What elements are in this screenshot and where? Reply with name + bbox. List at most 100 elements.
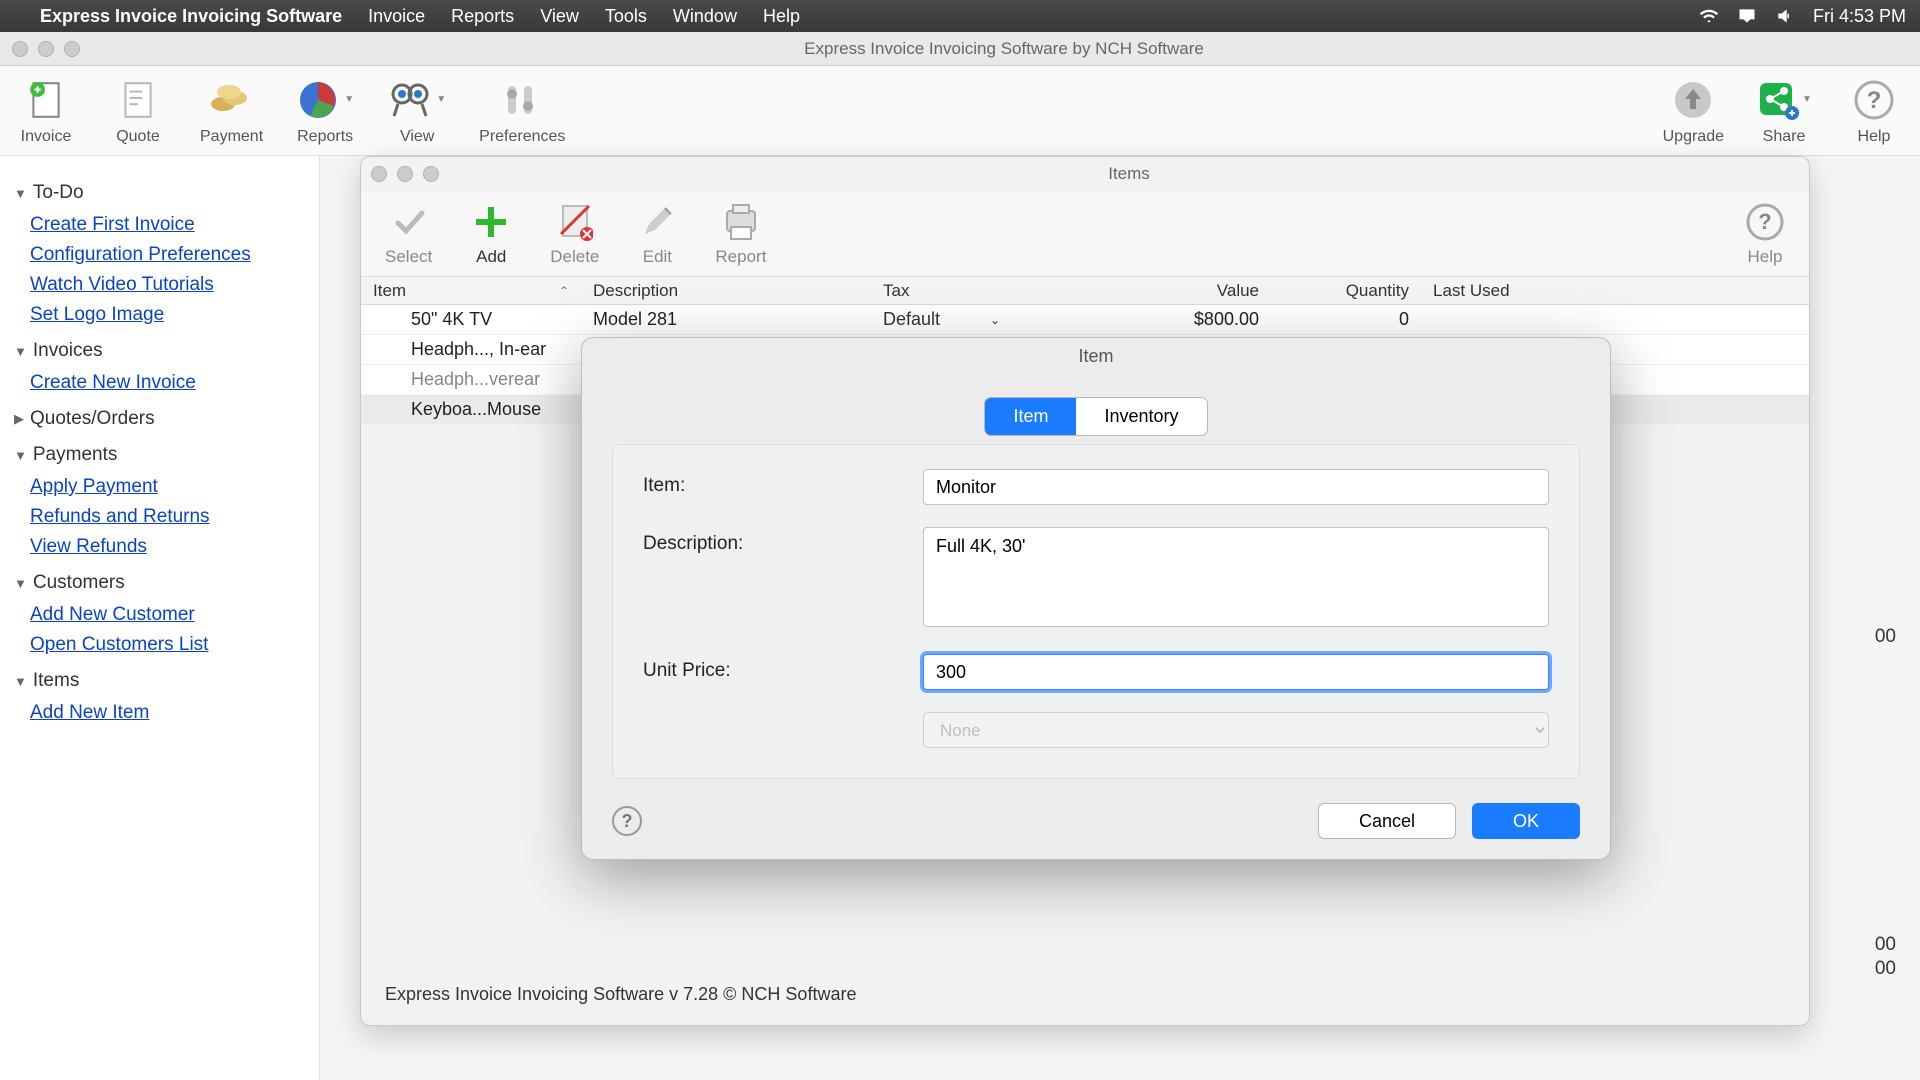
clock[interactable]: Fri 4:53 PM	[1813, 6, 1906, 27]
background-value-1: 00	[1875, 626, 1896, 648]
tax-select[interactable]: None	[923, 712, 1549, 748]
items-toolbar-report-label: Report	[715, 247, 766, 267]
col-description[interactable]: Description	[581, 281, 871, 301]
menu-reports[interactable]: Reports	[451, 6, 514, 27]
table-header: Item⌃ Description Tax Value Quantity Las…	[361, 277, 1809, 305]
toolbar-view-label: View	[400, 128, 434, 146]
window-close[interactable]	[12, 41, 28, 57]
toolbar-upgrade-label: Upgrade	[1663, 128, 1724, 146]
sidebar-link-apply-payment[interactable]: Apply Payment	[30, 476, 305, 498]
col-item[interactable]: Item⌃	[361, 281, 581, 301]
sidebar-section-payments[interactable]: ▼Payments	[14, 444, 305, 466]
items-toolbar: Select Add Delete Edit Report	[361, 191, 1809, 277]
col-tax[interactable]: Tax	[871, 281, 1071, 301]
sidebar-section-quotes[interactable]: ▶Quotes/Orders	[14, 408, 305, 430]
toolbar-payment[interactable]: Payment	[200, 76, 263, 146]
description-label: Description:	[643, 527, 923, 555]
toolbar-upgrade[interactable]: Upgrade	[1663, 76, 1724, 146]
toolbar-help[interactable]: ? Help	[1844, 76, 1904, 146]
sidebar-link-config-prefs[interactable]: Configuration Preferences	[30, 244, 305, 266]
items-window: Items Select Add Delete Edit	[360, 156, 1810, 1026]
menu-invoice[interactable]: Invoice	[368, 6, 425, 27]
unit-price-input[interactable]	[923, 654, 1549, 690]
sidebar-link-view-refunds[interactable]: View Refunds	[30, 536, 305, 558]
dialog-help-button[interactable]: ?	[612, 806, 642, 836]
toolbar-preferences[interactable]: Preferences	[479, 76, 565, 146]
sidebar-link-open-customers-list[interactable]: Open Customers List	[30, 634, 305, 656]
item-name-label: Item:	[643, 469, 923, 497]
svg-text:?: ?	[1758, 209, 1771, 234]
items-toolbar-edit[interactable]: Edit	[639, 201, 675, 267]
background-value-3: 00	[1875, 958, 1896, 980]
wifi-icon[interactable]	[1699, 6, 1719, 26]
col-last-used[interactable]: Last Used	[1421, 281, 1601, 301]
tab-inventory[interactable]: Inventory	[1076, 398, 1206, 435]
window-minimize[interactable]	[38, 41, 54, 57]
description-input[interactable]	[923, 527, 1549, 627]
sidebar-section-invoices[interactable]: ▼Invoices	[14, 340, 305, 362]
item-dialog-title: Item	[582, 338, 1610, 379]
items-toolbar-help[interactable]: ? Help	[1745, 201, 1785, 267]
sidebar-link-set-logo[interactable]: Set Logo Image	[30, 304, 305, 326]
content-area: 00 00 00 Items Select Add	[320, 156, 1920, 1080]
item-name-input[interactable]	[923, 469, 1549, 505]
sidebar-section-items[interactable]: ▼Items	[14, 670, 305, 692]
sidebar-section-customers[interactable]: ▼Customers	[14, 572, 305, 594]
sidebar-section-items-label: Items	[33, 670, 79, 692]
unit-price-label: Unit Price:	[643, 654, 923, 682]
items-toolbar-report[interactable]: Report	[715, 201, 766, 267]
item-form: Item: Description: Unit Price:	[612, 444, 1580, 779]
cancel-button[interactable]: Cancel	[1318, 803, 1456, 839]
sidebar: ▼To-Do Create First Invoice Configuratio…	[0, 156, 320, 1080]
toolbar-help-label: Help	[1858, 128, 1891, 146]
menubar: Express Invoice Invoicing Software Invoi…	[0, 0, 1920, 32]
sidebar-link-watch-tutorials[interactable]: Watch Video Tutorials	[30, 274, 305, 296]
airplay-icon[interactable]	[1737, 6, 1757, 26]
sidebar-section-customers-label: Customers	[33, 572, 125, 594]
volume-icon[interactable]	[1775, 6, 1795, 26]
sidebar-link-add-new-customer[interactable]: Add New Customer	[30, 604, 305, 626]
items-toolbar-add-label: Add	[476, 247, 506, 267]
tab-group: Item Inventory	[984, 397, 1207, 436]
menu-help[interactable]: Help	[763, 6, 800, 27]
sidebar-section-invoices-label: Invoices	[33, 340, 103, 362]
svg-text:?: ?	[1867, 87, 1882, 114]
window-zoom[interactable]	[64, 41, 80, 57]
toolbar-share[interactable]: ▼ Share	[1754, 76, 1814, 146]
items-window-close[interactable]	[371, 166, 387, 182]
sidebar-section-todo[interactable]: ▼To-Do	[14, 182, 305, 204]
menu-tools[interactable]: Tools	[605, 6, 647, 27]
tab-item[interactable]: Item	[985, 398, 1076, 435]
footer-version: Express Invoice Invoicing Software v 7.2…	[385, 984, 856, 1005]
items-window-zoom[interactable]	[423, 166, 439, 182]
table-row[interactable]: 50" 4K TV Model 281 Default⌄ $800.00 0	[361, 305, 1809, 335]
items-toolbar-select[interactable]: Select	[385, 201, 432, 267]
col-value[interactable]: Value	[1071, 281, 1271, 301]
sort-asc-icon: ⌃	[559, 284, 569, 298]
toolbar-invoice-label: Invoice	[21, 128, 72, 146]
sidebar-section-payments-label: Payments	[33, 444, 117, 466]
toolbar-invoice[interactable]: Invoice	[16, 76, 76, 146]
toolbar-share-label: Share	[1763, 128, 1806, 146]
menu-window[interactable]: Window	[673, 6, 737, 27]
sidebar-link-create-new-invoice[interactable]: Create New Invoice	[30, 372, 305, 394]
window-titlebar: Express Invoice Invoicing Software by NC…	[0, 32, 1920, 66]
sidebar-link-add-new-item[interactable]: Add New Item	[30, 702, 305, 724]
sidebar-link-create-first-invoice[interactable]: Create First Invoice	[30, 214, 305, 236]
toolbar-reports[interactable]: ▼ Reports	[295, 76, 355, 146]
chevron-down-icon[interactable]: ⌄	[990, 313, 1000, 327]
background-value-2: 00	[1875, 934, 1896, 956]
items-toolbar-delete[interactable]: Delete	[550, 201, 599, 267]
items-window-minimize[interactable]	[397, 166, 413, 182]
sidebar-link-refunds-returns[interactable]: Refunds and Returns	[30, 506, 305, 528]
items-toolbar-add[interactable]: Add	[472, 201, 510, 267]
menu-view[interactable]: View	[540, 6, 579, 27]
items-toolbar-edit-label: Edit	[643, 247, 672, 267]
item-dialog: Item Item Inventory Item: Description:	[581, 337, 1611, 860]
toolbar-view[interactable]: ▼ View	[387, 76, 447, 146]
sidebar-section-quotes-label: Quotes/Orders	[30, 408, 155, 430]
toolbar-quote[interactable]: Quote	[108, 76, 168, 146]
app-name[interactable]: Express Invoice Invoicing Software	[40, 6, 342, 27]
ok-button[interactable]: OK	[1472, 803, 1580, 839]
col-quantity[interactable]: Quantity	[1271, 281, 1421, 301]
